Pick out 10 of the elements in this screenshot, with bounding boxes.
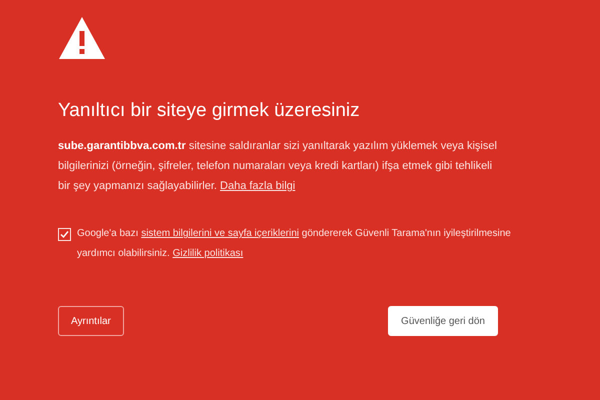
link[interactable]: sistem bilgilerini ve sayfa içeriklerini — [141, 228, 300, 239]
warning-icon — [58, 16, 106, 60]
link[interactable]: Daha fazla bilgi — [220, 180, 296, 192]
report-checkbox[interactable] — [58, 228, 71, 241]
warning-message: sube.garantibbva.com.tr sitesine saldıranlar sizi yanıltarak yazılım yüklemek veya kişisel bilgilerinizi (örneğin, şifreler, telefon numaraları veya kredi kartları) ifşa etmek gibi tehlikeli bir şey yapmanızı sağlayabilirler. Daha fazla bilgi — [58, 139, 498, 194]
link[interactable]: Gizlilik politikası — [172, 248, 244, 259]
report-text: Google'a bazı sistem bilgilerini ve sayfa içeriklerini göndererek Güvenli Tarama'nın iyileştirilmesine yardımcı olabilirsiniz. Gizlilik politikası — [77, 227, 512, 261]
details-button[interactable]: Ayrıntılar — [58, 306, 124, 336]
back-to-safety-button[interactable]: Güvenliğe geri dön — [388, 306, 498, 336]
page-heading: Yanıltıcı bir siteye girmek üzeresiniz — [58, 100, 361, 122]
